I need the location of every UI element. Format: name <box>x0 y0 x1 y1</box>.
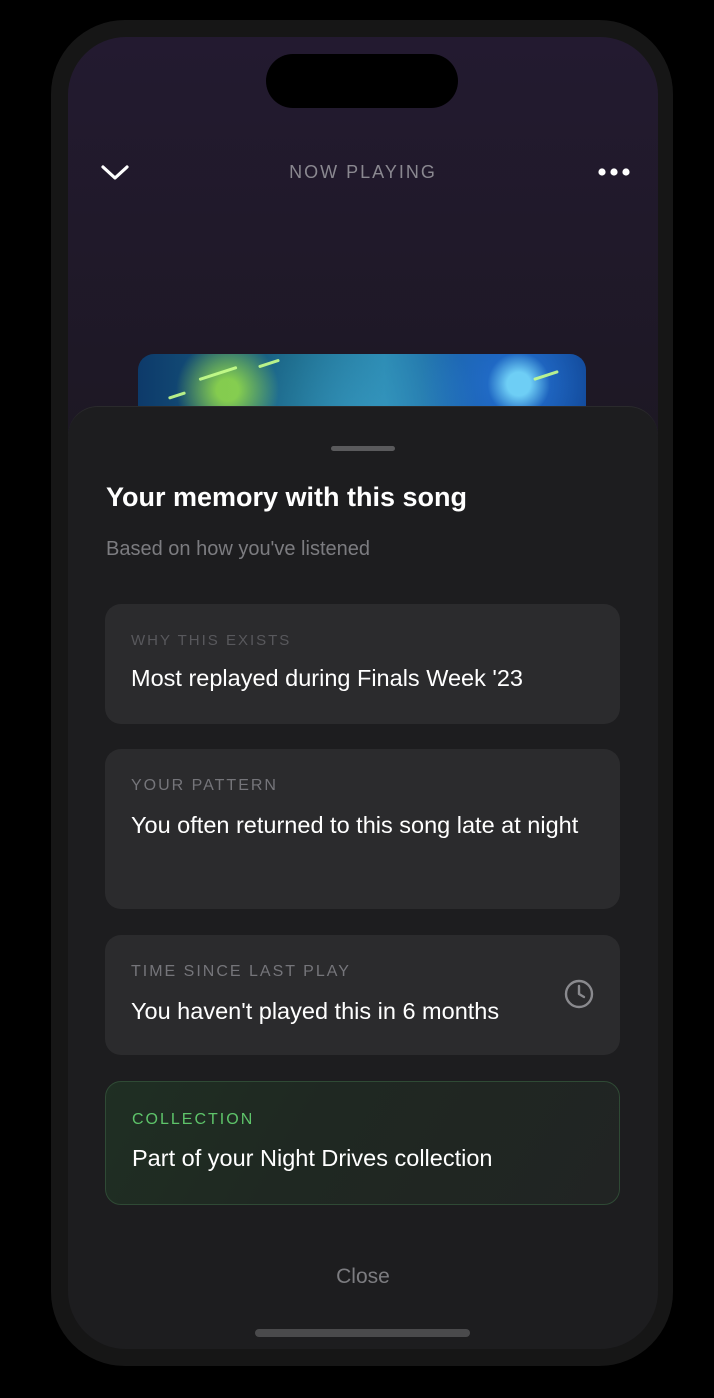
sheet-title: Your memory with this song <box>106 482 468 512</box>
clock-icon <box>562 977 596 1011</box>
more-horizontal-icon[interactable] <box>594 160 634 184</box>
card-label: TIME SINCE LAST PLAY <box>131 963 351 980</box>
phone-frame: NOW PLAYING Your memory with this song B… <box>51 20 673 1366</box>
sheet-subtitle: Based on how you've listened <box>106 538 370 560</box>
card-label: YOUR PATTERN <box>131 777 278 794</box>
screen: NOW PLAYING Your memory with this song B… <box>68 37 658 1349</box>
memory-sheet: Your memory with this song Based on how … <box>68 406 658 1349</box>
card-value: You haven't played this in 6 months <box>131 998 500 1024</box>
your-pattern-card: YOUR PATTERN You often returned to this … <box>105 749 620 909</box>
sheet-grabber[interactable] <box>331 446 395 451</box>
card-label: WHY THIS EXISTS <box>131 632 292 649</box>
now-playing-title: NOW PLAYING <box>289 162 437 182</box>
close-button[interactable]: Close <box>68 1265 658 1289</box>
now-playing-header: NOW PLAYING <box>68 152 658 192</box>
home-indicator <box>255 1329 470 1337</box>
card-label: COLLECTION <box>132 1111 255 1128</box>
collection-card[interactable]: COLLECTION Part of your Night Drives col… <box>105 1081 620 1205</box>
dynamic-island <box>266 54 458 108</box>
card-value: Most replayed during Finals Week '23 <box>131 665 523 691</box>
why-this-exists-card: WHY THIS EXISTS Most replayed during Fin… <box>105 604 620 724</box>
card-value: Part of your Night Drives collection <box>132 1145 493 1171</box>
card-value: You often returned to this song late at … <box>131 812 579 838</box>
time-since-last-play-card: TIME SINCE LAST PLAY You haven't played … <box>105 935 620 1055</box>
